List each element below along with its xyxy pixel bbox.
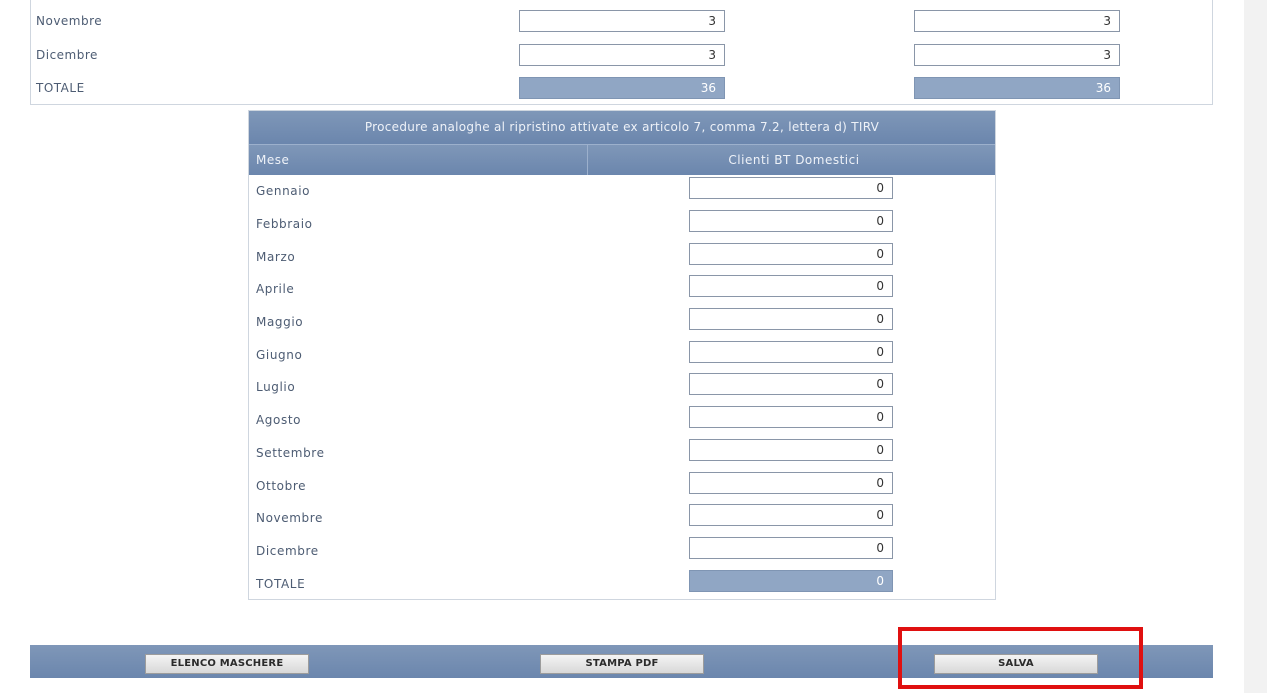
clients-input[interactable]: 0 (689, 243, 893, 265)
table-row: Febbraio 0 (249, 210, 995, 238)
clients-input[interactable]: 0 (689, 472, 893, 494)
month-label: Febbraio (256, 217, 313, 231)
total-value: 36 (914, 77, 1120, 99)
month-label: Dicembre (256, 544, 319, 558)
month-label: Novembre (256, 511, 323, 525)
total-row: TOTALE 0 (249, 570, 995, 598)
value-input[interactable]: 3 (914, 10, 1120, 32)
procedure-table-header: Mese Clienti BT Domestici (249, 144, 995, 175)
value-input[interactable]: 3 (914, 44, 1120, 66)
table-row: Ottobre 0 (249, 472, 995, 500)
month-label: Luglio (256, 380, 296, 394)
stampa-pdf-button[interactable]: STAMPA PDF (540, 654, 704, 674)
month-label: Marzo (256, 250, 296, 264)
save-button[interactable]: SALVA (934, 654, 1098, 674)
month-label: Giugno (256, 348, 303, 362)
table-row: Agosto 0 (249, 406, 995, 434)
table-row: Gennaio 0 (249, 177, 995, 205)
month-label: Settembre (256, 446, 325, 460)
clients-input[interactable]: 0 (689, 373, 893, 395)
month-label: Aprile (256, 282, 295, 296)
procedure-table-title: Procedure analoghe al ripristino attivat… (249, 111, 995, 144)
table-row: Dicembre 3 3 (31, 44, 1212, 68)
clients-input[interactable]: 0 (689, 406, 893, 428)
clients-input[interactable]: 0 (689, 504, 893, 526)
table-row: Dicembre 0 (249, 537, 995, 565)
month-label: Novembre (36, 14, 103, 28)
month-label: Maggio (256, 315, 304, 329)
month-label: Gennaio (256, 184, 311, 198)
total-value: 36 (519, 77, 725, 99)
month-label: Agosto (256, 413, 302, 427)
clients-input[interactable]: 0 (689, 275, 893, 297)
total-label: TOTALE (256, 577, 306, 591)
clients-input[interactable]: 0 (689, 210, 893, 232)
table-row: Marzo 0 (249, 243, 995, 271)
column-divider (587, 145, 588, 175)
clients-input[interactable]: 0 (689, 177, 893, 199)
column-header-clients: Clienti BT Domestici (728, 153, 860, 167)
monthly-values-table: Novembre 3 3 Dicembre 3 3 TOTALE 36 36 (30, 0, 1213, 105)
bottom-toolbar: ELENCO MASCHERE STAMPA PDF SALVA (30, 645, 1213, 678)
table-row: Giugno 0 (249, 341, 995, 369)
clients-input[interactable]: 0 (689, 537, 893, 559)
clients-input[interactable]: 0 (689, 439, 893, 461)
table-row: Settembre 0 (249, 439, 995, 467)
value-input[interactable]: 3 (519, 10, 725, 32)
clients-input[interactable]: 0 (689, 308, 893, 330)
total-label: TOTALE (36, 81, 85, 95)
table-row: Maggio 0 (249, 308, 995, 336)
procedure-table: Procedure analoghe al ripristino attivat… (248, 110, 996, 600)
month-label: Ottobre (256, 479, 307, 493)
elenco-maschere-button[interactable]: ELENCO MASCHERE (145, 654, 309, 674)
clients-input[interactable]: 0 (689, 341, 893, 363)
total-row: TOTALE 36 36 (31, 77, 1212, 101)
month-label: Dicembre (36, 48, 98, 62)
table-row: Luglio 0 (249, 373, 995, 401)
table-row: Novembre 3 3 (31, 10, 1212, 34)
scrollbar-track[interactable] (1244, 0, 1267, 693)
table-row: Aprile 0 (249, 275, 995, 303)
value-input[interactable]: 3 (519, 44, 725, 66)
table-row: Novembre 0 (249, 504, 995, 532)
total-value: 0 (689, 570, 893, 592)
column-header-month: Mese (256, 153, 290, 167)
